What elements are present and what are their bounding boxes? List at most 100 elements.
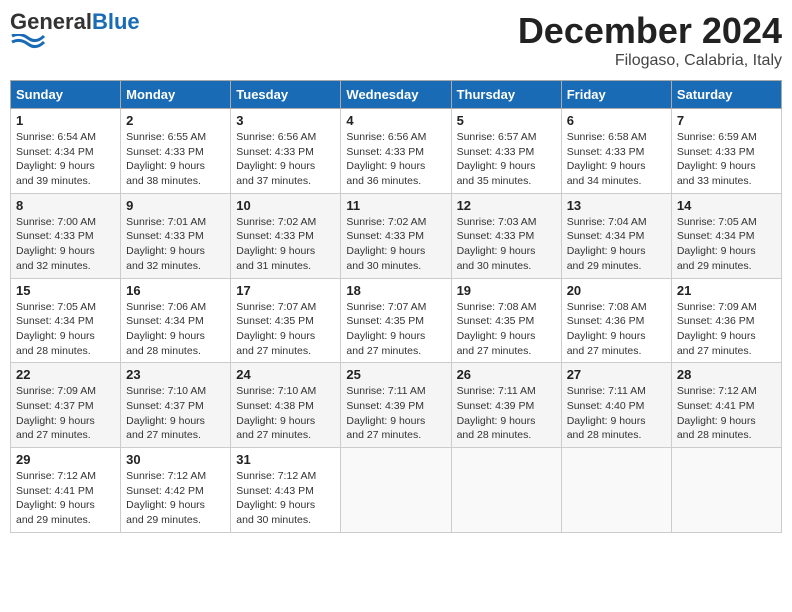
calendar-week-4: 22 Sunrise: 7:09 AMSunset: 4:37 PMDayligh…	[11, 363, 782, 448]
weekday-header-monday: Monday	[121, 81, 231, 109]
day-info: Sunrise: 6:56 AMSunset: 4:33 PMDaylight:…	[236, 130, 335, 189]
day-info: Sunrise: 7:02 AMSunset: 4:33 PMDaylight:…	[236, 215, 335, 274]
calendar-cell: 4 Sunrise: 6:56 AMSunset: 4:33 PMDaylight…	[341, 109, 451, 194]
day-info: Sunrise: 7:01 AMSunset: 4:33 PMDaylight:…	[126, 215, 225, 274]
weekday-header-wednesday: Wednesday	[341, 81, 451, 109]
day-info: Sunrise: 6:58 AMSunset: 4:33 PMDaylight:…	[567, 130, 666, 189]
weekday-header-tuesday: Tuesday	[231, 81, 341, 109]
day-number: 12	[457, 198, 556, 213]
day-info: Sunrise: 6:57 AMSunset: 4:33 PMDaylight:…	[457, 130, 556, 189]
day-number: 11	[346, 198, 445, 213]
day-number: 30	[126, 452, 225, 467]
calendar-cell: 15Sunrise: 7:05 AMSunset: 4:34 PMDayligh…	[11, 278, 121, 363]
day-info: Sunrise: 6:55 AMSunset: 4:33 PMDaylight:…	[126, 130, 225, 189]
calendar-cell: 31Sunrise: 7:12 AMSunset: 4:43 PMDayligh…	[231, 448, 341, 533]
day-info: Sunrise: 7:12 AMSunset: 4:41 PMDaylight:…	[16, 469, 115, 528]
day-info: Sunrise: 7:04 AMSunset: 4:34 PMDaylight:…	[567, 215, 666, 274]
title-block: December 2024 Filogaso, Calabria, Italy	[518, 10, 782, 70]
day-info: Sunrise: 7:12 AMSunset: 4:41 PMDaylight:…	[677, 384, 776, 443]
day-number: 4	[346, 113, 445, 128]
calendar-cell: 3Sunrise: 6:56 AMSunset: 4:33 PMDaylight…	[231, 109, 341, 194]
calendar-cell: 21Sunrise: 7:09 AMSunset: 4:36 PMDayligh…	[671, 278, 781, 363]
calendar-cell: 19 Sunrise: 7:08 AMSunset: 4:35 PMDayligh…	[451, 278, 561, 363]
day-number: 22	[16, 367, 115, 382]
day-number: 19	[457, 283, 556, 298]
weekday-header-thursday: Thursday	[451, 81, 561, 109]
location-title: Filogaso, Calabria, Italy	[518, 52, 782, 70]
day-info: Sunrise: 7:06 AMSunset: 4:34 PMDaylight:…	[126, 300, 225, 359]
day-info: Sunrise: 7:08 AMSunset: 4:35 PMDaylight:…	[457, 300, 556, 359]
calendar-cell: 14 Sunrise: 7:05 AMSunset: 4:34 PMDayligh…	[671, 193, 781, 278]
day-number: 13	[567, 198, 666, 213]
logo-blue: Blue	[92, 9, 140, 34]
day-info: Sunrise: 7:00 AMSunset: 4:33 PMDaylight:…	[16, 215, 115, 274]
logo: GeneralBlue	[10, 10, 140, 57]
calendar-cell: 27Sunrise: 7:11 AMSunset: 4:40 PMDayligh…	[561, 363, 671, 448]
day-info: Sunrise: 6:59 AMSunset: 4:33 PMDaylight:…	[677, 130, 776, 189]
calendar-cell: 8 Sunrise: 7:00 AMSunset: 4:33 PMDaylight…	[11, 193, 121, 278]
calendar-week-5: 29 Sunrise: 7:12 AMSunset: 4:41 PMDayligh…	[11, 448, 782, 533]
day-number: 15	[16, 283, 115, 298]
calendar-cell: 5Sunrise: 6:57 AMSunset: 4:33 PMDaylight…	[451, 109, 561, 194]
calendar-cell	[561, 448, 671, 533]
day-info: Sunrise: 6:56 AMSunset: 4:33 PMDaylight:…	[346, 130, 445, 189]
day-info: Sunrise: 7:07 AMSunset: 4:35 PMDaylight:…	[346, 300, 445, 359]
day-info: Sunrise: 7:10 AMSunset: 4:38 PMDaylight:…	[236, 384, 335, 443]
day-number: 8	[16, 198, 115, 213]
calendar-cell: 29 Sunrise: 7:12 AMSunset: 4:41 PMDayligh…	[11, 448, 121, 533]
day-info: Sunrise: 6:54 AMSunset: 4:34 PMDaylight:…	[16, 130, 115, 189]
calendar-cell: 23 Sunrise: 7:10 AMSunset: 4:37 PMDayligh…	[121, 363, 231, 448]
calendar-week-2: 8 Sunrise: 7:00 AMSunset: 4:33 PMDaylight…	[11, 193, 782, 278]
calendar-cell: 18 Sunrise: 7:07 AMSunset: 4:35 PMDayligh…	[341, 278, 451, 363]
calendar-cell	[671, 448, 781, 533]
day-info: Sunrise: 7:11 AMSunset: 4:40 PMDaylight:…	[567, 384, 666, 443]
day-number: 25	[346, 367, 445, 382]
calendar-cell: 24Sunrise: 7:10 AMSunset: 4:38 PMDayligh…	[231, 363, 341, 448]
day-number: 16	[126, 283, 225, 298]
calendar-cell: 26Sunrise: 7:11 AMSunset: 4:39 PMDayligh…	[451, 363, 561, 448]
calendar-cell: 17 Sunrise: 7:07 AMSunset: 4:35 PMDayligh…	[231, 278, 341, 363]
calendar-cell: 9Sunrise: 7:01 AMSunset: 4:33 PMDaylight…	[121, 193, 231, 278]
day-info: Sunrise: 7:03 AMSunset: 4:33 PMDaylight:…	[457, 215, 556, 274]
calendar-body: 1Sunrise: 6:54 AMSunset: 4:34 PMDaylight…	[11, 109, 782, 533]
day-info: Sunrise: 7:08 AMSunset: 4:36 PMDaylight:…	[567, 300, 666, 359]
weekday-header-row: SundayMondayTuesdayWednesdayThursdayFrid…	[11, 81, 782, 109]
day-number: 6	[567, 113, 666, 128]
calendar-cell: 1Sunrise: 6:54 AMSunset: 4:34 PMDaylight…	[11, 109, 121, 194]
day-info: Sunrise: 7:12 AMSunset: 4:42 PMDaylight:…	[126, 469, 225, 528]
logo-icon	[10, 34, 46, 52]
calendar-cell: 25 Sunrise: 7:11 AMSunset: 4:39 PMDayligh…	[341, 363, 451, 448]
day-info: Sunrise: 7:09 AMSunset: 4:37 PMDaylight:…	[16, 384, 115, 443]
weekday-header-friday: Friday	[561, 81, 671, 109]
calendar-week-1: 1Sunrise: 6:54 AMSunset: 4:34 PMDaylight…	[11, 109, 782, 194]
day-number: 29	[16, 452, 115, 467]
day-number: 10	[236, 198, 335, 213]
day-info: Sunrise: 7:11 AMSunset: 4:39 PMDaylight:…	[346, 384, 445, 443]
calendar-cell: 28 Sunrise: 7:12 AMSunset: 4:41 PMDayligh…	[671, 363, 781, 448]
day-number: 14	[677, 198, 776, 213]
day-number: 17	[236, 283, 335, 298]
calendar-cell: 22 Sunrise: 7:09 AMSunset: 4:37 PMDayligh…	[11, 363, 121, 448]
day-number: 28	[677, 367, 776, 382]
calendar-cell: 10 Sunrise: 7:02 AMSunset: 4:33 PMDayligh…	[231, 193, 341, 278]
calendar-table: SundayMondayTuesdayWednesdayThursdayFrid…	[10, 80, 782, 533]
day-number: 23	[126, 367, 225, 382]
calendar-cell: 12 Sunrise: 7:03 AMSunset: 4:33 PMDayligh…	[451, 193, 561, 278]
calendar-cell: 20 Sunrise: 7:08 AMSunset: 4:36 PMDayligh…	[561, 278, 671, 363]
day-info: Sunrise: 7:07 AMSunset: 4:35 PMDaylight:…	[236, 300, 335, 359]
day-number: 31	[236, 452, 335, 467]
month-title: December 2024	[518, 10, 782, 52]
day-info: Sunrise: 7:02 AMSunset: 4:33 PMDaylight:…	[346, 215, 445, 274]
calendar-cell: 11 Sunrise: 7:02 AMSunset: 4:33 PMDayligh…	[341, 193, 451, 278]
calendar-cell	[451, 448, 561, 533]
page-header: GeneralBlue December 2024 Filogaso, Cala…	[10, 10, 782, 70]
calendar-cell: 30 Sunrise: 7:12 AMSunset: 4:42 PMDayligh…	[121, 448, 231, 533]
day-info: Sunrise: 7:10 AMSunset: 4:37 PMDaylight:…	[126, 384, 225, 443]
weekday-header-saturday: Saturday	[671, 81, 781, 109]
calendar-cell	[341, 448, 451, 533]
day-number: 18	[346, 283, 445, 298]
day-number: 20	[567, 283, 666, 298]
day-number: 21	[677, 283, 776, 298]
calendar-cell: 16 Sunrise: 7:06 AMSunset: 4:34 PMDayligh…	[121, 278, 231, 363]
day-info: Sunrise: 7:05 AMSunset: 4:34 PMDaylight:…	[677, 215, 776, 274]
